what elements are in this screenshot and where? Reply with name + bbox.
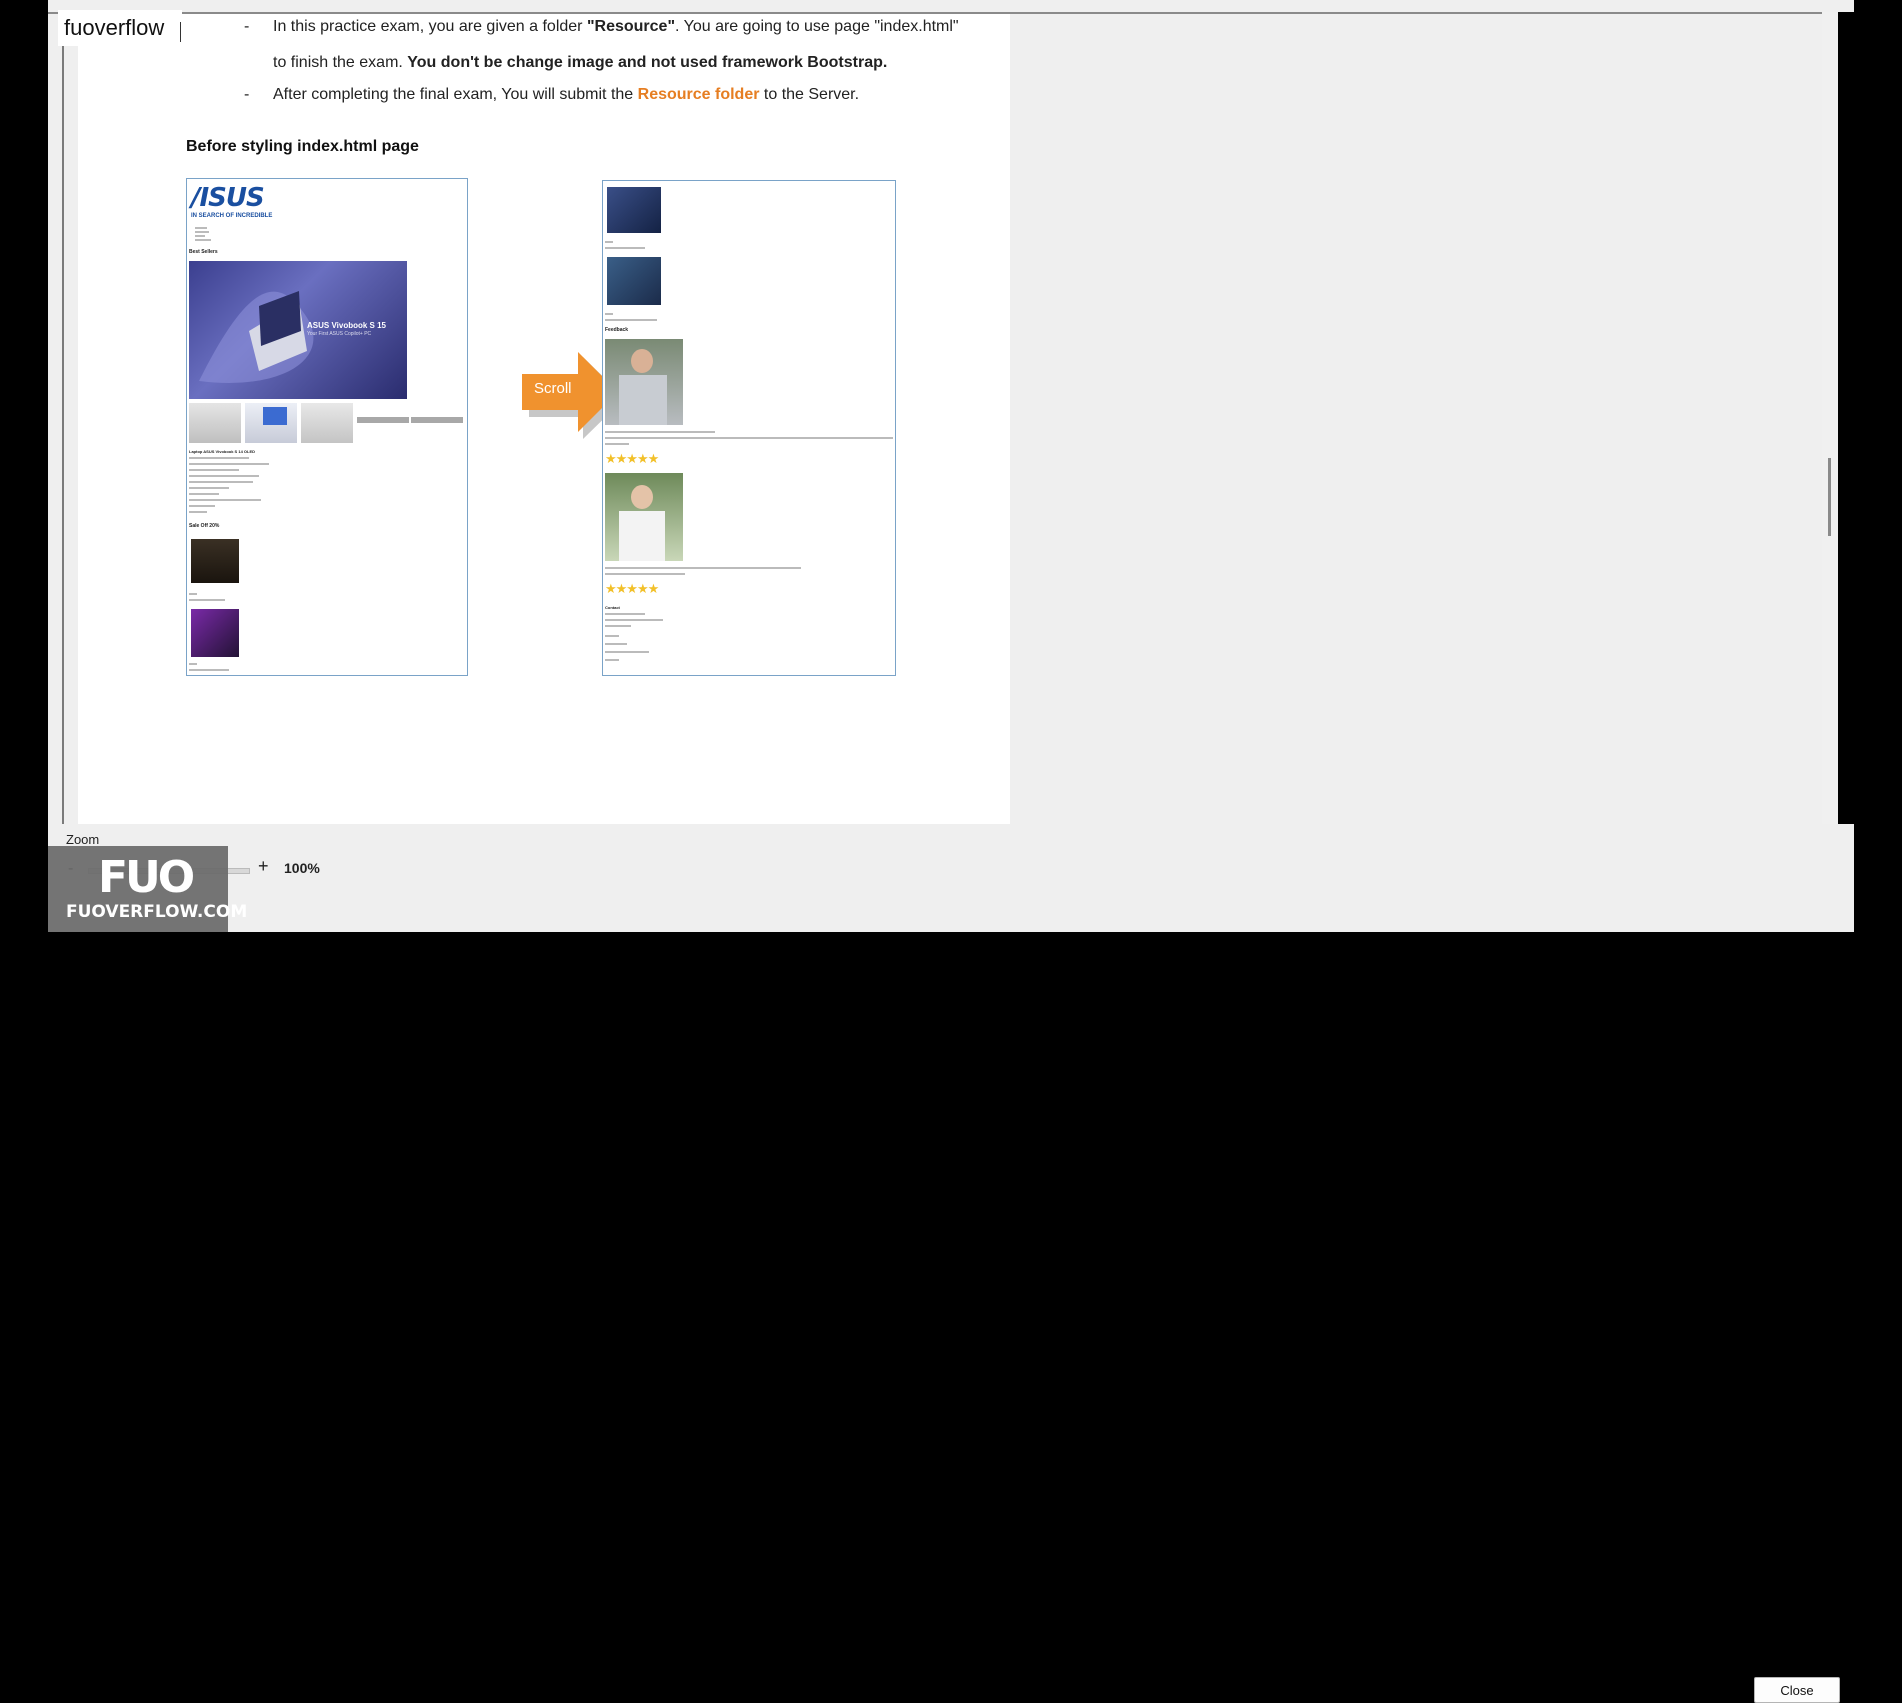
thumb-laptop-1 — [189, 403, 241, 443]
close-button[interactable]: Close — [1754, 1677, 1840, 1703]
banner-image: ASUS Vivobook S 15 Your First ASUS Copil… — [189, 261, 407, 399]
laptop-image-2 — [607, 257, 661, 305]
thumb-laptop-3 — [301, 403, 353, 443]
window-edge — [1838, 12, 1854, 932]
thumb-laptop-5 — [411, 417, 463, 423]
zoom-label: Zoom — [66, 832, 100, 847]
rating-stars-1: ★★★★★ — [605, 451, 659, 466]
document-page: - In this practice exam, you are given a… — [78, 14, 1010, 826]
banner-title: ASUS Vivobook S 15 — [307, 321, 386, 330]
feedback-photo-1 — [605, 339, 683, 425]
feedback-label: Feedback — [605, 327, 629, 333]
thumb-laptop-2 — [245, 403, 297, 443]
document-viewer: - In this practice exam, you are given a… — [48, 0, 1854, 1703]
fuo-logo: FUO — [98, 852, 195, 903]
bullet1-line2: to finish the exam. You don't be change … — [273, 54, 888, 71]
left-preview-image: /ISUS IN SEARCH OF INCREDIBLE Best Selle… — [186, 178, 468, 676]
sale-label: Sale Off 20% — [189, 523, 220, 529]
left-divider — [62, 26, 64, 838]
bullet2-line: After completing the final exam, You wil… — [273, 86, 860, 103]
zoom-value: 100% — [284, 860, 320, 876]
vertical-scrollbar[interactable] — [1822, 12, 1838, 824]
zoom-toolbar: Close — [48, 824, 1854, 1703]
laptop-image-1 — [607, 187, 661, 233]
fuoverflow-tag: fuoverflow — [58, 10, 182, 46]
section-heading: Before styling index.html page — [186, 138, 419, 155]
bullet-dash: - — [244, 18, 250, 35]
asus-logo: /ISUS — [191, 183, 265, 213]
right-preview-image: Feedback ★★★★★ ★★★★★ Contact — [602, 180, 896, 676]
contact-label: Contact — [605, 605, 620, 610]
best-sellers-label: Best Sellers — [189, 249, 218, 255]
document-scroll-area[interactable]: - In this practice exam, you are given a… — [48, 12, 1838, 838]
product-title: Laptop ASUS Vivobook S 14 OLED — [189, 449, 256, 454]
rating-stars-2: ★★★★★ — [605, 581, 659, 596]
text-caret — [180, 22, 181, 42]
fuoverflow-watermark: FUO FUOVERFLOW.COM — [48, 846, 247, 932]
thumb-laptop-4 — [357, 417, 409, 423]
bullet-dash: - — [244, 86, 250, 103]
sale-laptop-2 — [191, 609, 239, 657]
scrollbar-thumb[interactable] — [1828, 458, 1831, 536]
arrow-label: Scroll — [534, 380, 572, 397]
sale-laptop-1 — [191, 539, 239, 583]
bullet1-line1: In this practice exam, you are given a f… — [273, 18, 959, 35]
asus-tagline: IN SEARCH OF INCREDIBLE — [191, 213, 273, 219]
banner-subtitle: Your First ASUS Copilot+ PC — [307, 331, 372, 337]
fuo-site-text: FUOVERFLOW.COM — [66, 902, 248, 922]
zoom-in-button[interactable]: + — [258, 856, 269, 877]
feedback-photo-2 — [605, 473, 683, 561]
